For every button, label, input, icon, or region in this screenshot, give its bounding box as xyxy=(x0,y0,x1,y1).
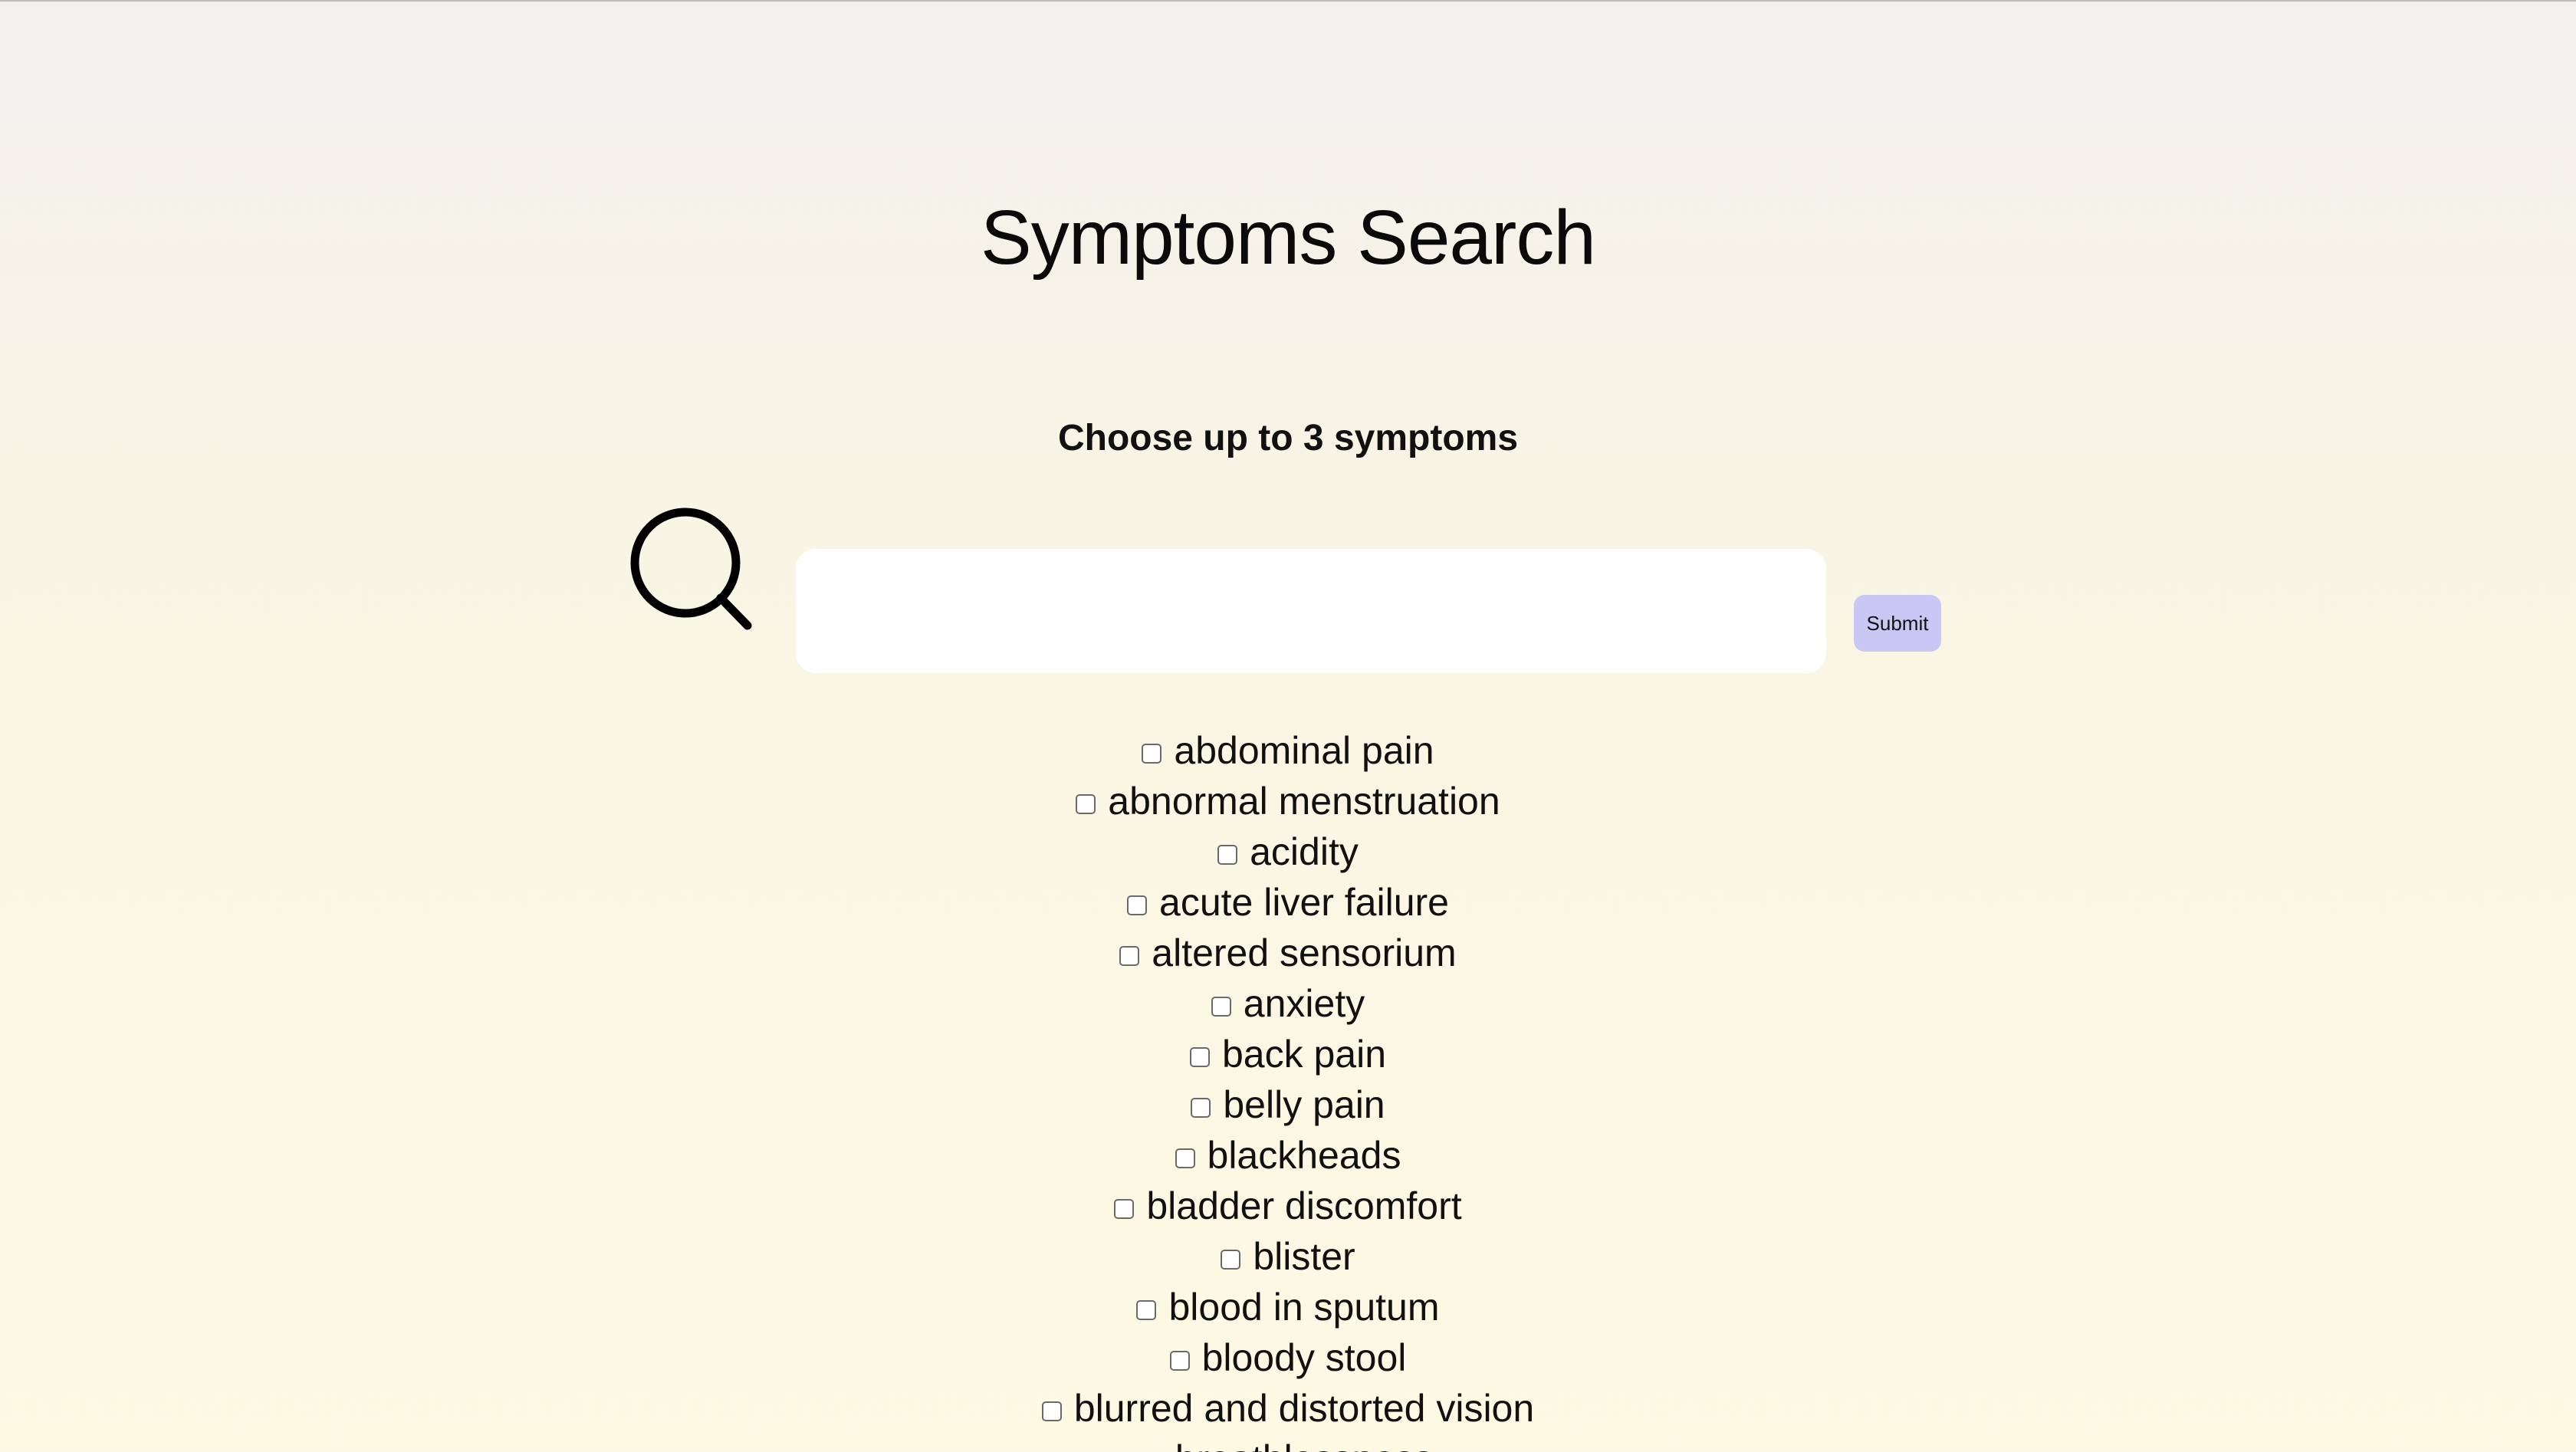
symptom-item: blister xyxy=(0,1231,2576,1282)
symptom-checkbox[interactable] xyxy=(1175,1148,1195,1168)
submit-button[interactable]: Submit xyxy=(1854,595,1941,652)
symptom-item: altered sensorium xyxy=(0,928,2576,978)
symptom-label[interactable]: bloody stool xyxy=(1202,1332,1407,1383)
symptom-item: acidity xyxy=(0,826,2576,877)
symptom-item: bloody stool xyxy=(0,1332,2576,1383)
symptom-label[interactable]: abdominal pain xyxy=(1174,725,1434,776)
symptom-item: back pain xyxy=(0,1029,2576,1079)
symptom-label[interactable]: acute liver failure xyxy=(1159,877,1449,928)
symptom-checkbox[interactable] xyxy=(1142,744,1162,764)
symptom-item: acute liver failure xyxy=(0,877,2576,928)
symptom-label[interactable]: abnormal menstruation xyxy=(1108,776,1500,826)
symptom-label[interactable]: acidity xyxy=(1250,826,1359,877)
symptom-label[interactable]: blister xyxy=(1253,1231,1355,1282)
symptom-label[interactable]: blurred and distorted vision xyxy=(1074,1383,1534,1434)
symptom-checkbox[interactable] xyxy=(1076,794,1096,814)
symptom-item: breathlessness xyxy=(0,1434,2576,1452)
symptom-item: blood in sputum xyxy=(0,1282,2576,1332)
page-title: Symptoms Search xyxy=(981,195,1596,281)
symptom-checkbox[interactable] xyxy=(1191,1098,1211,1118)
symptom-checkbox[interactable] xyxy=(1221,1250,1241,1270)
page: Symptoms Search Choose up to 3 symptoms … xyxy=(0,2,2576,1452)
symptom-item: blurred and distorted vision xyxy=(0,1383,2576,1434)
symptom-item: abdominal pain xyxy=(0,725,2576,776)
symptom-label[interactable]: altered sensorium xyxy=(1152,928,1456,978)
symptom-checkbox[interactable] xyxy=(1189,1047,1210,1067)
symptom-label[interactable]: belly pain xyxy=(1223,1079,1385,1130)
symptom-item: blackheads xyxy=(0,1130,2576,1181)
symptom-label[interactable]: blackheads xyxy=(1208,1130,1401,1181)
symptom-item: belly pain xyxy=(0,1079,2576,1130)
symptom-checkbox[interactable] xyxy=(1041,1401,1062,1421)
search-icon xyxy=(630,508,752,630)
symptom-item: anxiety xyxy=(0,978,2576,1029)
search-bar: Submit xyxy=(0,508,2576,676)
symptom-label[interactable]: back pain xyxy=(1222,1029,1386,1079)
symptom-item: bladder discomfort xyxy=(0,1181,2576,1231)
symptom-label[interactable]: blood in sputum xyxy=(1168,1282,1439,1332)
symptom-checkbox[interactable] xyxy=(1217,845,1238,865)
symptom-item: abnormal menstruation xyxy=(0,776,2576,826)
symptom-checkbox[interactable] xyxy=(1136,1300,1157,1320)
symptom-list: abdominal pain abnormal menstruation acidi… xyxy=(0,725,2576,1452)
symptom-label[interactable]: bladder discomfort xyxy=(1146,1181,1461,1231)
page-subtitle: Choose up to 3 symptoms xyxy=(1057,418,1519,458)
symptom-label[interactable]: anxiety xyxy=(1244,978,1365,1029)
symptom-label[interactable]: breathlessness xyxy=(1175,1434,1433,1452)
symptom-checkbox[interactable] xyxy=(1119,946,1140,966)
symptom-checkbox[interactable] xyxy=(1114,1199,1135,1219)
symptom-checkbox[interactable] xyxy=(1211,997,1231,1017)
search-input[interactable] xyxy=(796,549,1826,673)
symptom-checkbox[interactable] xyxy=(1169,1351,1190,1371)
symptom-checkbox[interactable] xyxy=(1127,895,1148,915)
